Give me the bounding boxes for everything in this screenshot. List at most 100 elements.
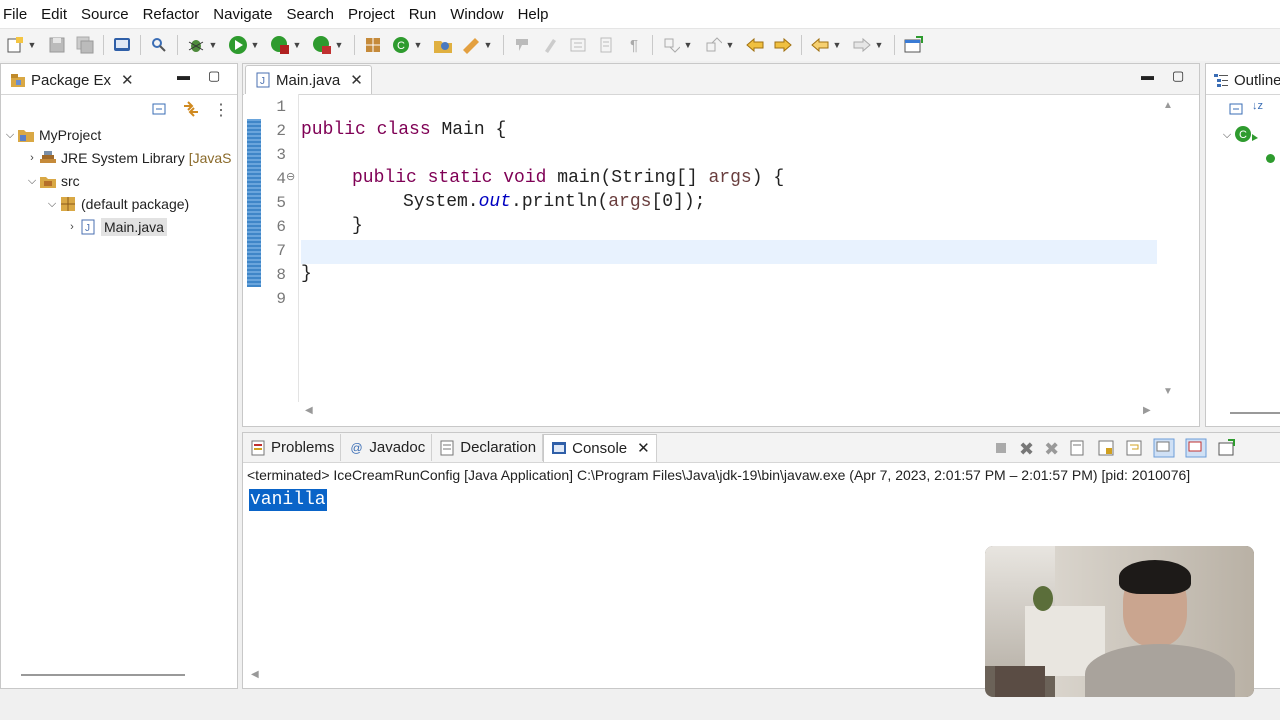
code-line-8[interactable]: } bbox=[301, 264, 312, 284]
debug-dropdown-icon[interactable]: ▼ bbox=[208, 34, 218, 56]
maximize-icon[interactable]: ▢ bbox=[208, 68, 220, 84]
new-icon[interactable] bbox=[4, 34, 26, 56]
close-icon[interactable]: ✕ bbox=[637, 439, 650, 457]
new-java-package-icon[interactable] bbox=[362, 34, 384, 56]
forward-dropdown-icon[interactable]: ▼ bbox=[874, 34, 884, 56]
menu-edit[interactable]: Edit bbox=[36, 6, 76, 23]
new-java-class-icon[interactable]: C bbox=[390, 34, 412, 56]
tab-main-java[interactable]: J Main.java ✕ bbox=[245, 65, 372, 94]
tree-item-jre[interactable]: › JRE System Library [JavaS bbox=[25, 147, 231, 169]
menu-help[interactable]: Help bbox=[513, 6, 558, 23]
sort-icon[interactable]: ↓z bbox=[1252, 100, 1263, 121]
method-icon[interactable] bbox=[1266, 154, 1275, 163]
terminate-icon[interactable] bbox=[993, 440, 1009, 459]
link-with-editor-icon[interactable] bbox=[181, 100, 201, 121]
block-selection-icon[interactable] bbox=[567, 34, 589, 56]
close-icon[interactable]: ✕ bbox=[350, 71, 363, 89]
external-tools-dropdown-icon[interactable]: ▼ bbox=[334, 34, 344, 56]
collapsed-chevron-icon[interactable]: › bbox=[65, 221, 79, 233]
new-dropdown-icon[interactable]: ▼ bbox=[27, 34, 37, 56]
previous-annotation-icon[interactable] bbox=[702, 34, 724, 56]
tab-package-explorer[interactable]: Package Ex ✕ bbox=[1, 66, 142, 94]
menu-project[interactable]: Project bbox=[343, 6, 404, 23]
expanded-chevron-icon[interactable]: ⌵ bbox=[25, 175, 39, 188]
code-line-5[interactable]: System.out.println(args[0]); bbox=[403, 192, 705, 212]
next-annotation-dropdown-icon[interactable]: ▼ bbox=[683, 34, 693, 56]
back-icon[interactable] bbox=[809, 34, 831, 56]
tab-javadoc[interactable]: @ Javadoc bbox=[341, 434, 433, 461]
menu-window[interactable]: Window bbox=[445, 6, 512, 23]
console-output[interactable]: vanilla bbox=[249, 489, 327, 511]
expanded-chevron-icon[interactable]: ⌵ bbox=[1220, 129, 1234, 142]
show-console-error-icon[interactable] bbox=[1185, 438, 1207, 461]
tree-item-default-package[interactable]: ⌵ (default package) bbox=[45, 193, 189, 215]
expanded-chevron-icon[interactable]: ⌵ bbox=[3, 129, 17, 142]
collapsed-chevron-icon[interactable]: › bbox=[25, 152, 39, 164]
search-icon[interactable] bbox=[148, 34, 170, 56]
minimize-icon[interactable]: ▬ bbox=[1141, 68, 1154, 84]
previous-annotation-dropdown-icon[interactable]: ▼ bbox=[725, 34, 735, 56]
clear-console-icon[interactable] bbox=[1069, 439, 1087, 460]
external-tools-icon[interactable] bbox=[311, 34, 333, 56]
scroll-left-icon[interactable]: ◀ bbox=[251, 669, 259, 680]
new-class-dropdown-icon[interactable]: ▼ bbox=[413, 34, 423, 56]
forward-edit-icon[interactable] bbox=[772, 34, 794, 56]
run-dropdown-icon[interactable]: ▼ bbox=[250, 34, 260, 56]
toggle-highlight-icon[interactable] bbox=[539, 34, 561, 56]
tree-item-src[interactable]: ⌵ src bbox=[25, 170, 80, 192]
save-all-icon[interactable] bbox=[74, 34, 96, 56]
last-edit-location-icon[interactable] bbox=[744, 34, 766, 56]
code-line-2[interactable]: public class Main { bbox=[301, 120, 506, 140]
back-dropdown-icon[interactable]: ▼ bbox=[832, 34, 842, 56]
remove-launch-icon[interactable]: ✖ bbox=[1019, 439, 1034, 460]
tree-item-project[interactable]: ⌵ MyProject bbox=[3, 124, 101, 146]
code-line-6[interactable]: } bbox=[352, 216, 363, 236]
scroll-up-icon[interactable]: ▲ bbox=[1163, 100, 1173, 111]
menu-source[interactable]: Source bbox=[76, 6, 138, 23]
close-icon[interactable]: ✕ bbox=[121, 71, 134, 89]
tab-console[interactable]: Console ✕ bbox=[543, 433, 657, 462]
save-icon[interactable] bbox=[46, 34, 68, 56]
scroll-right-icon[interactable]: ▶ bbox=[1143, 405, 1151, 416]
menu-search[interactable]: Search bbox=[281, 6, 343, 23]
pin-console-icon[interactable] bbox=[1217, 439, 1236, 460]
tab-outline[interactable]: Outline bbox=[1206, 66, 1280, 94]
tab-problems[interactable]: Problems bbox=[243, 434, 342, 461]
show-whitespace-icon[interactable]: ¶ bbox=[623, 34, 645, 56]
open-type-icon[interactable] bbox=[432, 34, 454, 56]
toggle-mark-occurrences-icon[interactable] bbox=[511, 34, 533, 56]
scroll-lock-icon[interactable] bbox=[1097, 439, 1115, 460]
tab-declaration[interactable]: Declaration bbox=[432, 434, 544, 461]
menu-navigate[interactable]: Navigate bbox=[208, 6, 281, 23]
forward-icon[interactable] bbox=[851, 34, 873, 56]
scroll-left-icon[interactable]: ◀ bbox=[305, 405, 313, 416]
run-icon[interactable] bbox=[227, 34, 249, 56]
collapse-all-icon[interactable] bbox=[151, 100, 169, 121]
fold-collapse-icon[interactable]: ⊖ bbox=[286, 170, 295, 183]
maximize-icon[interactable]: ▢ bbox=[1172, 68, 1184, 84]
terminal-icon[interactable] bbox=[111, 34, 133, 56]
menu-run[interactable]: Run bbox=[404, 6, 446, 23]
word-wrap-console-icon[interactable] bbox=[1125, 439, 1143, 460]
collapse-all-icon[interactable] bbox=[1228, 100, 1246, 121]
view-menu-icon[interactable]: ⋮ bbox=[213, 100, 229, 121]
scroll-down-icon[interactable]: ▼ bbox=[1163, 386, 1173, 397]
menu-refactor[interactable]: Refactor bbox=[138, 6, 209, 23]
expanded-chevron-icon[interactable]: ⌵ bbox=[45, 198, 59, 211]
debug-icon[interactable] bbox=[185, 34, 207, 56]
outline-class-node[interactable]: ⌵ C bbox=[1220, 125, 1264, 146]
tree-item-main-java[interactable]: › J Main.java bbox=[65, 216, 167, 238]
code-line-4[interactable]: public static void main(String[] args) { bbox=[352, 168, 784, 188]
word-wrap-icon[interactable] bbox=[595, 34, 617, 56]
outline-scrollbar[interactable] bbox=[1230, 412, 1280, 414]
show-console-output-icon[interactable] bbox=[1153, 438, 1175, 461]
coverage-icon[interactable] bbox=[269, 34, 291, 56]
open-task-icon[interactable] bbox=[460, 34, 482, 56]
open-perspective-icon[interactable] bbox=[902, 34, 924, 56]
coverage-dropdown-icon[interactable]: ▼ bbox=[292, 34, 302, 56]
next-annotation-icon[interactable] bbox=[660, 34, 682, 56]
minimize-icon[interactable]: ▬ bbox=[177, 68, 190, 84]
menu-file[interactable]: File bbox=[0, 6, 36, 23]
task-dropdown-icon[interactable]: ▼ bbox=[483, 34, 493, 56]
horizontal-scrollbar[interactable] bbox=[21, 674, 185, 676]
